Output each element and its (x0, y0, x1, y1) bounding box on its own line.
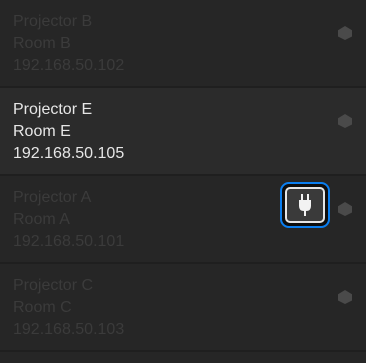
projector-info: Projector C Room C 192.168.50.103 (13, 275, 124, 341)
connect-button[interactable] (280, 182, 330, 228)
projector-ip: 192.168.50.103 (13, 321, 125, 338)
projector-room: Room E (13, 123, 71, 140)
projector-ip: 192.168.50.101 (13, 233, 125, 250)
projector-name: Projector C (13, 277, 94, 294)
projector-room: Room A (13, 211, 70, 228)
projector-row-partial[interactable] (0, 352, 366, 363)
projector-name: Projector B (13, 13, 93, 30)
projector-name: Projector E (13, 101, 93, 118)
status-indicator-icon (338, 290, 352, 304)
projector-row-c[interactable]: Projector C Room C 192.168.50.103 (0, 264, 366, 350)
projector-info: Projector E Room E 192.168.50.105 (13, 99, 124, 165)
status-indicator-icon (338, 202, 352, 216)
projector-room: Room C (13, 299, 72, 316)
projector-info: Projector A Room A 192.168.50.101 (13, 187, 124, 253)
status-indicator-icon (338, 26, 352, 40)
projector-info: Projector B Room B 192.168.50.102 (13, 11, 124, 77)
status-indicator-icon (338, 114, 352, 128)
projector-room: Room B (13, 35, 71, 52)
projector-ip: 192.168.50.102 (13, 57, 125, 74)
plug-icon (299, 194, 311, 216)
projector-name: Projector A (13, 189, 92, 206)
projector-row-b[interactable]: Projector B Room B 192.168.50.102 (0, 0, 366, 86)
projector-ip: 192.168.50.105 (13, 145, 125, 162)
projector-list: Projector B Room B 192.168.50.102 Projec… (0, 0, 366, 363)
projector-row-e[interactable]: Projector E Room E 192.168.50.105 (0, 88, 366, 174)
connect-button-face (285, 187, 325, 223)
